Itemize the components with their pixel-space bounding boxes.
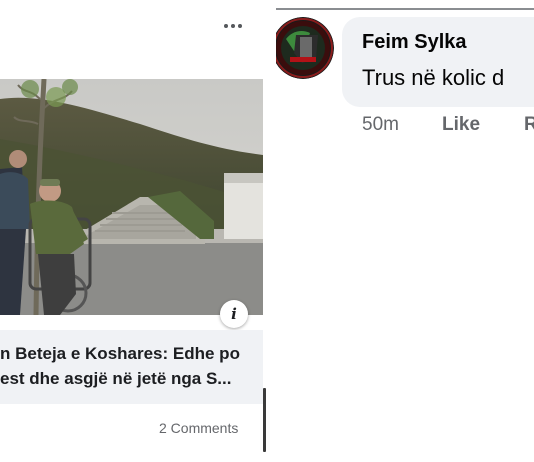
more-dot [224,24,228,28]
headline-line-2: est dhe asgjë në jetë nga S... [0,369,232,388]
like-button[interactable]: Like [442,114,480,136]
info-icon[interactable]: i [220,300,248,328]
reply-button[interactable]: R [524,114,534,136]
panel-top-border [276,8,534,10]
comment-author[interactable]: Feim Sylka [362,31,467,54]
avatar[interactable] [276,17,334,79]
comment-panel: Feim Sylka Trus në kolic d 50m Like R [276,0,534,462]
link-preview-image[interactable] [0,79,263,315]
more-options-button[interactable] [220,16,246,36]
comment-text: Trus në kolic d [362,65,505,90]
shared-post-panel: i n Beteja e Koshares: Edhe po est dhe a… [0,0,266,462]
info-icon-glyph: i [231,305,237,323]
more-dot [231,24,235,28]
comment-bubble: Feim Sylka Trus në kolic d [342,17,534,107]
comment-actions: 50m Like R [362,114,534,138]
panel-divider [266,0,276,462]
organization-logo-icon [276,17,334,79]
link-headline: n Beteja e Koshares: Edhe po est dhe asg… [0,341,263,391]
more-dot [238,24,242,28]
link-headline-box[interactable]: n Beteja e Koshares: Edhe po est dhe asg… [0,330,263,404]
headline-line-1: n Beteja e Koshares: Edhe po [0,344,240,363]
comments-count-link[interactable]: 2 Comments [159,420,238,436]
comment-timestamp[interactable]: 50m [362,114,399,136]
